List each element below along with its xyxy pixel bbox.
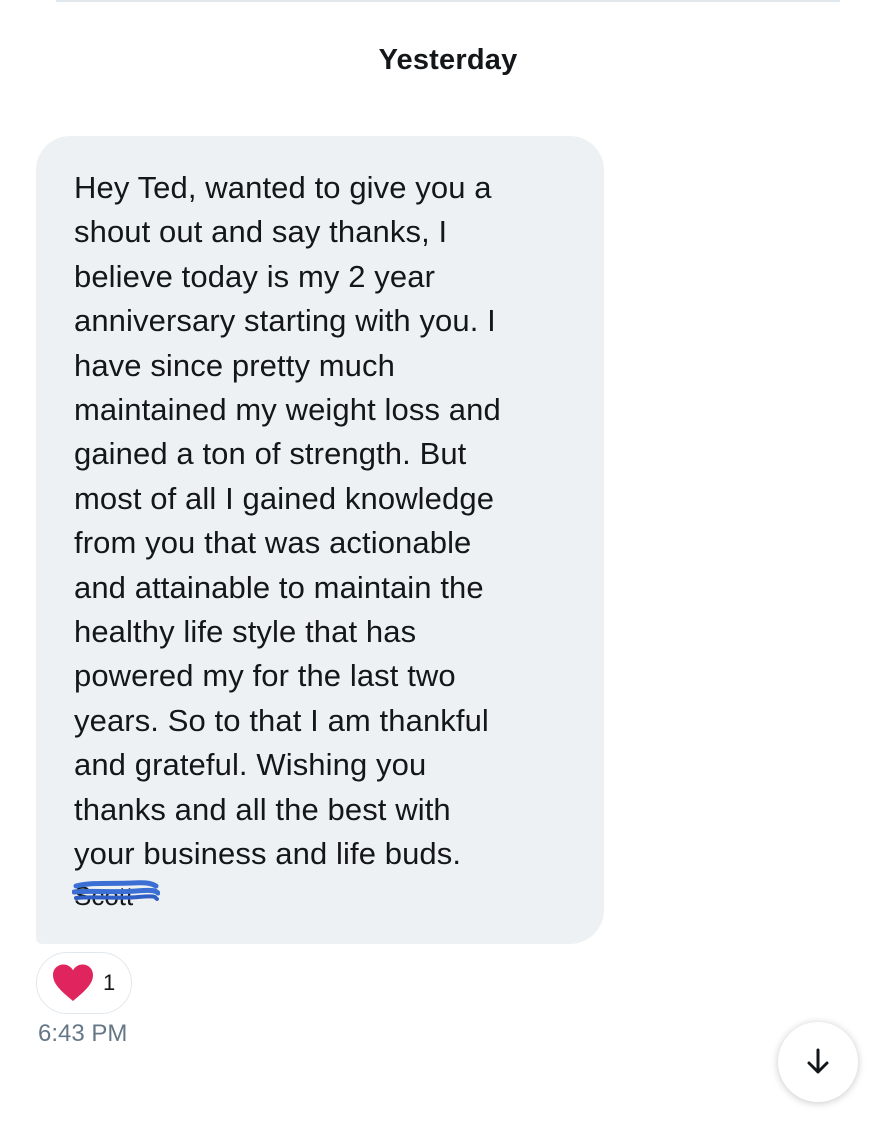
message-bubble[interactable]: Hey Ted, wanted to give you a shout out …: [36, 136, 604, 944]
message-timestamp: 6:43 PM: [38, 1020, 128, 1047]
arrow-down-icon: [807, 1048, 829, 1074]
scroll-to-bottom-button[interactable]: [778, 1022, 858, 1102]
redaction-scribble: [72, 880, 160, 901]
heart-icon: [53, 964, 93, 1001]
top-divider: [56, 0, 840, 2]
date-separator: Yesterday: [378, 44, 518, 76]
reaction-count: 1: [103, 970, 116, 995]
reaction-pill[interactable]: 1: [36, 952, 132, 1014]
message-text: Hey Ted, wanted to give you a shout out …: [74, 170, 501, 872]
